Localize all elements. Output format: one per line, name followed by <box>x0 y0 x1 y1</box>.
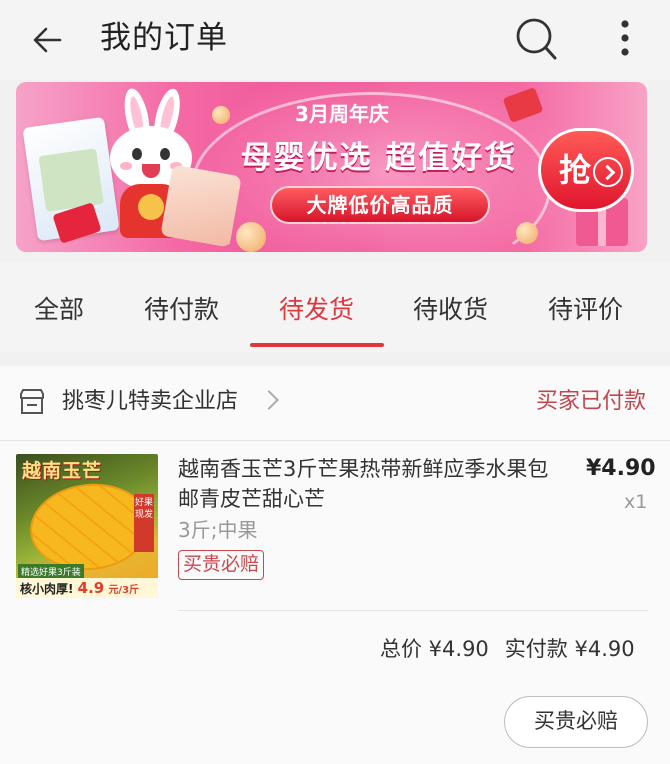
product-image-side-label: 好果现发 <box>134 494 154 552</box>
tab-pending-shipment[interactable]: 待发货 <box>279 292 354 328</box>
product-image-unit: 元/3斤 <box>108 585 140 596</box>
tab-pending-review[interactable]: 待评价 <box>548 292 623 328</box>
product-quantity: x1 <box>624 491 648 513</box>
tab-pending-payment[interactable]: 待付款 <box>144 292 219 328</box>
coin-decoration <box>212 106 230 124</box>
chevron-right-icon <box>593 157 623 187</box>
page-title: 我的订单 <box>100 20 228 56</box>
product-image-price: 4.9 <box>77 579 105 597</box>
divider <box>0 440 670 441</box>
chevron-right-icon[interactable] <box>259 390 279 410</box>
promo-banner[interactable]: 3月周年庆 母婴优选 超值好货 大牌低价高品质 抢 <box>16 82 647 252</box>
banner-pill: 大牌低价高品质 <box>270 186 490 224</box>
more-vertical-icon[interactable] <box>612 16 638 60</box>
search-icon[interactable] <box>512 14 560 64</box>
product-image-banner: 核小肉厚! 4.9 元/3斤 <box>16 578 158 598</box>
tab-pending-receipt[interactable]: 待收货 <box>413 292 488 328</box>
tab-all[interactable]: 全部 <box>34 292 84 328</box>
product-image-tag: 精选好果3斤装 <box>18 564 84 579</box>
product-price: ¥4.90 <box>586 456 656 481</box>
order-tabs: 全部 待付款 待发货 待收货 待评价 <box>0 262 670 352</box>
banner-grab-label: 抢 <box>559 151 592 189</box>
paid-amount: 实付款 ¥4.90 <box>504 637 635 661</box>
banner-caption: 3月周年庆 <box>295 102 389 126</box>
arrow-left-icon[interactable] <box>28 20 68 60</box>
product-title[interactable]: 越南香玉芒3斤芒果热带新鲜应季水果包邮青皮芒甜心芒 <box>178 454 556 514</box>
product-image[interactable]: 越南玉芒 好果现发 精选好果3斤装 核小肉厚! 4.9 元/3斤 <box>16 454 158 598</box>
divider <box>178 610 648 611</box>
banner-grab-button[interactable]: 抢 <box>538 128 634 212</box>
active-tab-indicator <box>250 343 384 347</box>
coin-decoration <box>236 222 266 252</box>
shop-name-link[interactable]: 挑枣儿特卖企业店 <box>62 386 238 418</box>
store-icon <box>20 389 44 414</box>
price-guarantee-badge: 买贵必赔 <box>178 550 265 580</box>
price-guarantee-button[interactable]: 买贵必赔 <box>504 696 648 748</box>
order-totals: 总价 ¥4.90 实付款 ¥4.90 <box>380 634 635 664</box>
app-header: 我的订单 <box>0 0 670 80</box>
total-price: 总价 ¥4.90 <box>380 637 489 661</box>
product-spec: 3斤;中果 <box>178 518 258 542</box>
order-status: 买家已付款 <box>536 389 647 414</box>
product-image-slogan: 核小肉厚! <box>20 582 74 596</box>
banner-headline: 母婴优选 超值好货 <box>240 140 518 176</box>
order-card: 挑枣儿特卖企业店 买家已付款 越南玉芒 好果现发 精选好果3斤装 核小肉厚! 4… <box>0 366 670 764</box>
product-image-title: 越南玉芒 <box>22 460 103 482</box>
coin-decoration <box>516 222 538 244</box>
